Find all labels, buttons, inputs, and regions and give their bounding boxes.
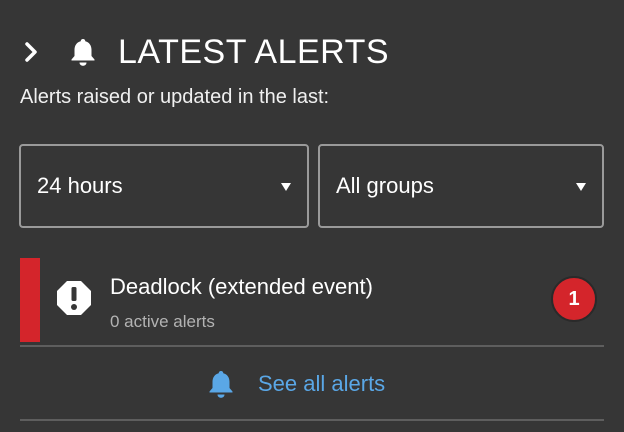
- panel-subtitle: Alerts raised or updated in the last:: [20, 86, 330, 108]
- panel-title: LATEST ALERTS: [118, 33, 390, 71]
- alert-name: Deadlock (extended event): [110, 274, 373, 299]
- time-range-value: 24 hours: [37, 173, 123, 198]
- alert-status: 0 active alerts: [110, 312, 215, 331]
- see-all-alerts-link[interactable]: See all alerts: [206, 364, 385, 404]
- time-range-select[interactable]: 24 hours: [19, 144, 309, 228]
- alert-count-badge: 1: [551, 276, 597, 322]
- panel-header: LATEST ALERTS: [22, 30, 389, 74]
- latest-alerts-panel: LATEST ALERTS Alerts raised or updated i…: [0, 0, 624, 432]
- bell-icon: [68, 36, 98, 68]
- severity-indicator: [20, 258, 40, 342]
- divider: [20, 419, 604, 421]
- divider: [20, 345, 604, 347]
- group-value: All groups: [336, 173, 434, 198]
- caret-down-icon: [281, 183, 291, 191]
- caret-down-icon: [576, 183, 586, 191]
- bell-icon: [206, 368, 236, 400]
- exclamation-octagon-icon: [56, 280, 92, 316]
- group-select[interactable]: All groups: [318, 144, 604, 228]
- alert-item[interactable]: Deadlock (extended event) 0 active alert…: [20, 258, 604, 342]
- chevron-right-icon[interactable]: [22, 40, 40, 64]
- see-all-alerts-label: See all alerts: [258, 371, 386, 396]
